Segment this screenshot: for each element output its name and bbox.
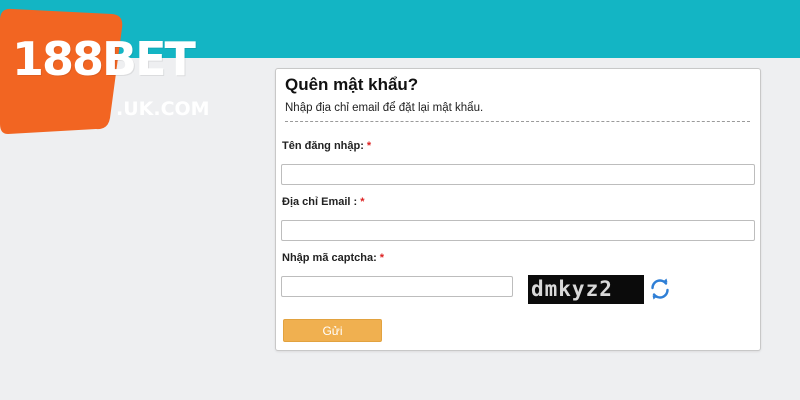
captcha-image: dmkyz2: [528, 275, 644, 304]
username-input[interactable]: [281, 164, 755, 185]
required-mark: *: [379, 252, 385, 264]
captcha-label-text: Nhập mã captcha:: [282, 252, 377, 264]
captcha-input[interactable]: [281, 276, 513, 297]
captcha-code: dmkyz2: [531, 277, 613, 301]
email-label-text: Địa chỉ Email :: [282, 196, 358, 208]
required-mark: *: [366, 140, 372, 152]
logo-domain: .UK.COM: [116, 98, 210, 120]
email-input[interactable]: [281, 220, 755, 241]
email-label: Địa chỉ Email : *: [282, 196, 364, 208]
captcha-label: Nhập mã captcha: *: [282, 252, 384, 264]
username-label-text: Tên đăng nhập:: [282, 140, 364, 152]
submit-button[interactable]: Gửi: [283, 319, 382, 342]
divider: [285, 121, 750, 122]
logo-text: 188BET: [12, 32, 196, 86]
refresh-icon[interactable]: [648, 277, 672, 301]
brand-logo[interactable]: 188BET .UK.COM: [0, 0, 230, 140]
required-mark: *: [360, 196, 365, 208]
username-label: Tên đăng nhập: *: [282, 140, 371, 152]
instructions-text: Nhập địa chỉ email để đặt lại mật khẩu.: [285, 102, 484, 114]
forgot-password-card: Quên mật khẩu? Nhập địa chỉ email để đặt…: [275, 68, 761, 351]
page-title: Quên mật khẩu?: [285, 75, 419, 94]
